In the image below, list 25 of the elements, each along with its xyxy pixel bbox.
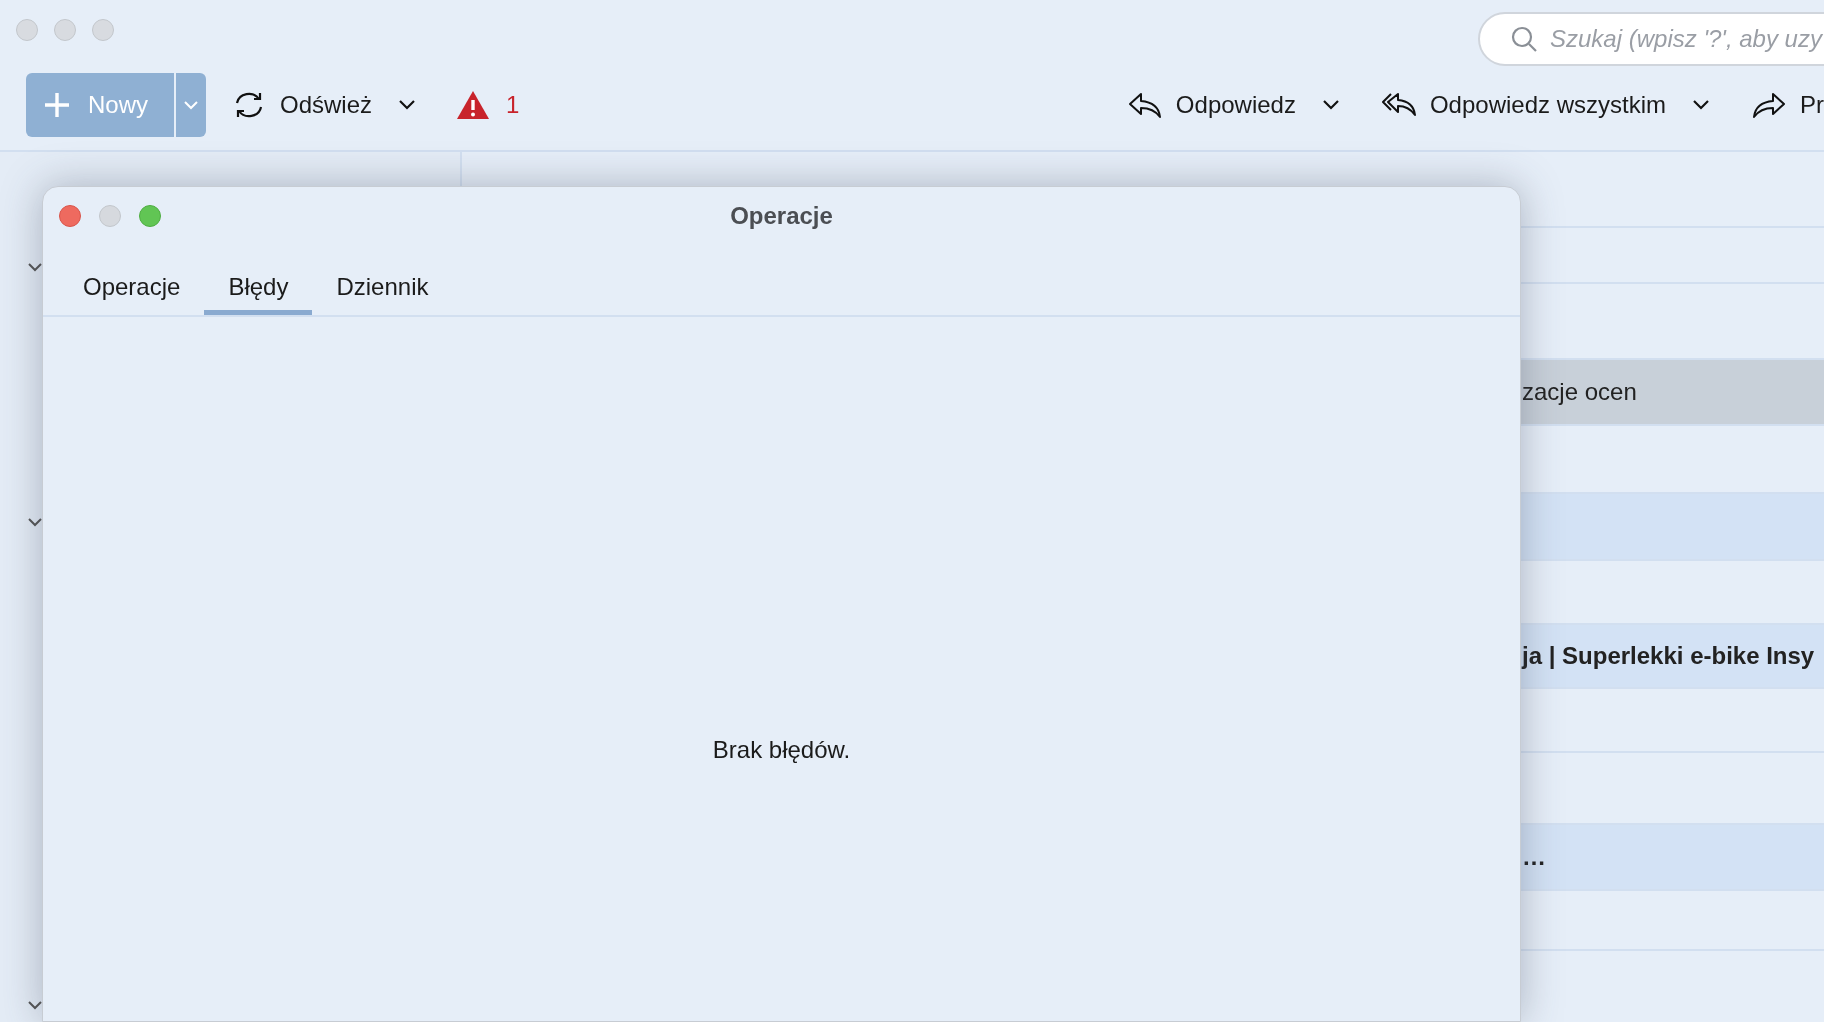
caret-icon[interactable] — [1692, 99, 1710, 111]
search-icon — [1510, 25, 1538, 53]
tab[interactable]: Błędy — [204, 245, 313, 315]
tab[interactable]: Operacje — [59, 245, 205, 315]
forward-icon — [1752, 91, 1786, 119]
chevron-icon[interactable] — [28, 517, 42, 527]
plus-icon — [44, 92, 70, 118]
caret-icon[interactable] — [1321, 99, 1340, 111]
close-window-button[interactable] — [59, 205, 81, 227]
caret-icon — [183, 100, 199, 110]
reply-button[interactable]: Odpowiedz — [1117, 87, 1306, 123]
reply-all-icon — [1381, 91, 1416, 119]
refresh-button[interactable]: Odśwież — [222, 87, 383, 123]
forward-button[interactable]: Pr — [1742, 87, 1824, 123]
caret-icon[interactable] — [398, 99, 417, 111]
chevron-icon[interactable] — [28, 1000, 42, 1010]
tab[interactable]: Dziennik — [312, 245, 453, 315]
search-field[interactable]: Szukaj (wpisz '?', aby uzy — [1478, 12, 1824, 66]
reply-all-button[interactable]: Odpowiedz wszystkim — [1371, 87, 1676, 123]
empty-message: Brak błędów. — [712, 735, 851, 765]
window-title: Operacje — [730, 202, 833, 229]
error-count: 1 — [506, 90, 520, 120]
warning-icon[interactable] — [456, 90, 491, 120]
chevron-icon[interactable] — [28, 262, 42, 272]
reply-icon — [1127, 91, 1162, 119]
